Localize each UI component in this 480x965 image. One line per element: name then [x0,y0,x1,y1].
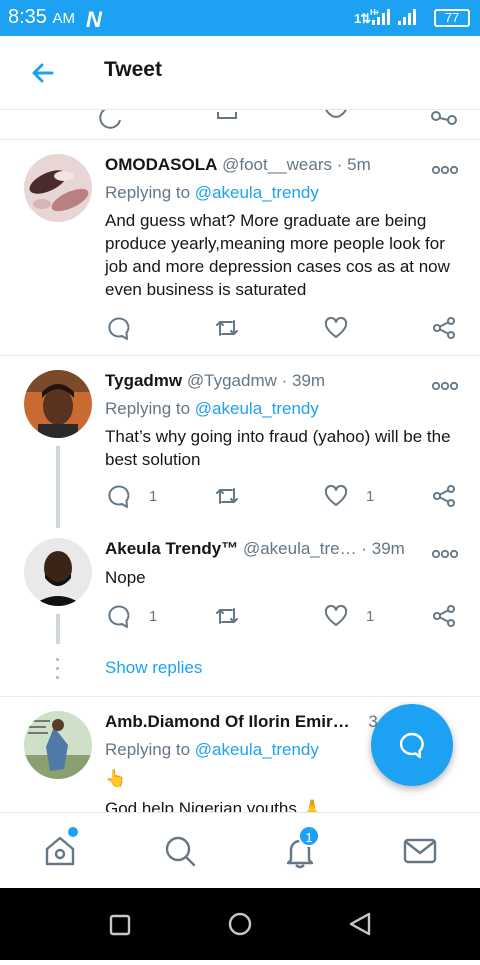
avatar[interactable] [24,370,92,438]
tweet-time: 39m [371,539,405,558]
messages-tab[interactable] [402,833,438,869]
tweet-actions: 1 1 [105,603,465,629]
bottom-nav: 1 [0,812,480,888]
tweet-omodasola[interactable]: OMODASOLA @foot__wears · 5m Replying to … [0,140,480,356]
retweet-button[interactable] [215,603,239,629]
share-icon [433,605,455,627]
notifications-badge: 1 [298,825,320,847]
home-circle-icon[interactable] [228,912,252,936]
back-triangle-icon[interactable] [349,912,371,936]
display-name[interactable]: OMODASOLA [105,155,217,174]
share-button[interactable] [432,315,456,341]
search-tab[interactable] [162,833,198,869]
tweet-text: That’s why going into fraud (yahoo) will… [105,427,451,469]
like-button[interactable]: 1 [324,483,374,509]
reply-icon [108,605,130,628]
battery-icon: 77 [434,9,470,27]
like-button[interactable]: 1 [324,603,374,629]
retweet-button[interactable] [215,483,239,509]
home-icon [45,836,75,866]
reply-button[interactable] [107,315,131,341]
user-handle[interactable]: @akeula_tre… [243,539,357,558]
tweet-text: And guess what? More graduate are being … [105,211,450,299]
more-options-icon[interactable] [431,546,459,559]
tweet-header: Tygadmw @Tygadmw · 39m [105,371,326,390]
mail-icon [403,838,437,864]
reply-bubble-icon [399,732,424,759]
like-button[interactable] [324,315,348,341]
share-icon [433,485,455,507]
home-tab[interactable] [42,827,78,869]
heart-icon [324,316,348,338]
user-handle[interactable]: @Tygadmw [187,371,277,390]
like-count: 1 [366,607,375,625]
user-handle[interactable]: @foot__wears [222,155,332,174]
display-name[interactable]: Amb.Diamond Of Ilorin Emir… [105,712,350,731]
retweet-button[interactable] [215,315,239,341]
tweet-header: Akeula Trendy™ @akeula_tre… · 39m [105,539,405,558]
avatar[interactable] [24,538,92,606]
notifications-tab[interactable]: 1 [282,825,320,869]
previous-tweet-actions [0,110,480,140]
replying-to: Replying to @akeula_trendy [105,399,319,418]
replying-to-handle[interactable]: @akeula_trendy [195,399,319,418]
back-arrow-icon[interactable] [28,58,58,88]
page-title: Tweet [104,58,162,81]
retweet-icon [216,320,238,336]
tweet-header: OMODASOLA @foot__wears · 5m [105,155,371,174]
replying-to: Replying to @akeula_trendy [105,740,319,759]
reply-count: 1 [149,607,158,625]
like-count: 1 [366,487,375,505]
home-new-dot [68,827,78,837]
share-button[interactable] [432,603,456,629]
share-button[interactable] [432,483,456,509]
retweet-icon [216,608,238,624]
display-name[interactable]: Tygadmw [105,371,182,390]
svg-text:H+: H+ [370,8,380,17]
reply-button[interactable]: 1 [107,603,157,629]
share-icon [433,317,455,339]
tweet-actions: 1 1 [105,483,465,509]
avatar[interactable] [24,154,92,222]
status-bar: 8:35 AM N 1⇅ H+ 77 [0,0,480,36]
replying-to-handle[interactable]: @akeula_trendy [195,740,319,759]
thread-dots [56,658,60,685]
retweet-icon [216,488,238,504]
replying-to-handle[interactable]: @akeula_trendy [195,183,319,202]
thread-line [56,614,60,644]
tweet-text: Nope [105,568,146,587]
more-options-icon[interactable] [431,162,459,175]
status-time: 8:35 AM [8,6,75,28]
reply-icon [108,317,130,340]
heart-icon [324,484,348,506]
avatar[interactable] [24,711,92,779]
thread-line [56,446,60,528]
tweet-time: 5m [347,155,371,174]
more-options-icon[interactable] [431,378,459,391]
tweet-header: Amb.Diamond Of Ilorin Emir… 3 [105,712,378,732]
recents-icon[interactable] [109,914,131,936]
reply-icon [108,485,130,508]
app-bar: Tweet [0,36,480,110]
tweet-tygadmw[interactable]: Tygadmw @Tygadmw · 39m Replying to @akeu… [0,356,480,532]
system-nav-bar [0,888,480,960]
replying-to: Replying to @akeula_trendy [105,183,319,202]
tweet-text: God help Nigerian youths 🙏 [105,799,323,812]
notification-app-icon: N [86,7,102,32]
heart-icon [324,604,348,626]
reply-button[interactable]: 1 [107,483,157,509]
tweet-time: 39m [292,371,326,390]
tweet-akeula-trendy[interactable]: Akeula Trendy™ @akeula_tre… · 39m Nope 1… [0,532,480,696]
compose-reply-button[interactable] [371,704,453,786]
svg-text:1⇅: 1⇅ [354,11,371,26]
reply-count: 1 [149,487,158,505]
tweet-actions [105,315,465,341]
signal-icon: 1⇅ H+ [354,6,428,33]
show-replies-link[interactable]: Show replies [105,658,202,678]
display-name[interactable]: Akeula Trendy™ [105,539,238,558]
search-icon [165,836,196,867]
